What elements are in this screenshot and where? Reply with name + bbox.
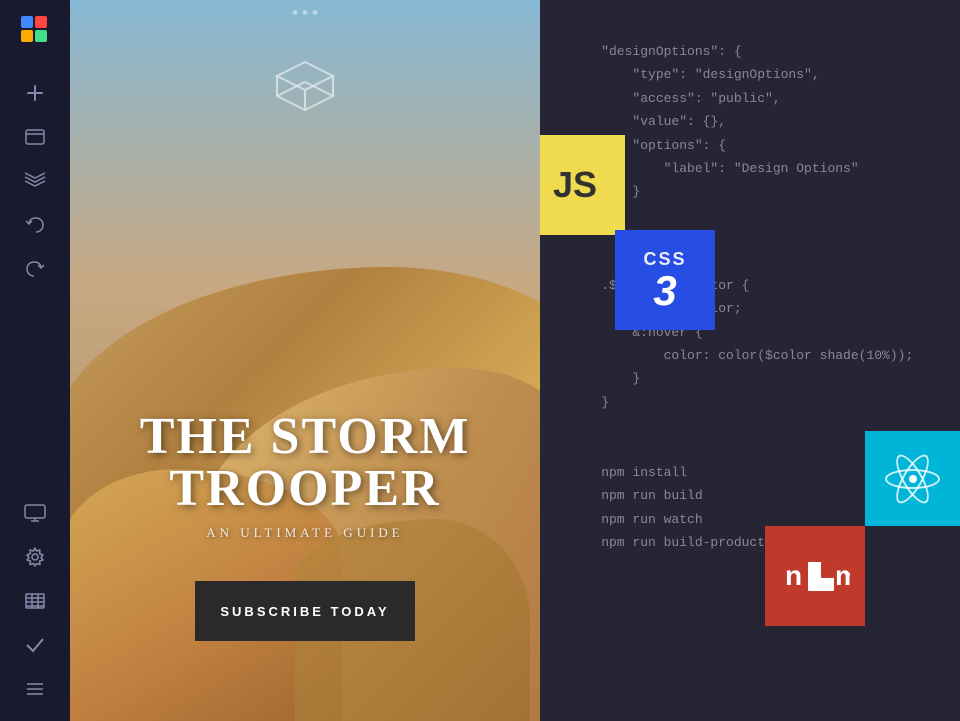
preview-panel: THE STORM TROOPER AN ULTIMATE GUIDE SUBS…	[70, 0, 540, 721]
layers-icon[interactable]	[15, 161, 55, 201]
redo-icon[interactable]	[15, 249, 55, 289]
stack-icon	[275, 60, 335, 115]
code-editor-panel: "designOptions": { "type": "designOption…	[540, 0, 960, 721]
browser-icon[interactable]	[15, 117, 55, 157]
subheadline-text: AN ULTIMATE GUIDE	[90, 525, 520, 541]
svg-text:n: n	[785, 560, 802, 591]
preview-headline-area: THE STORM TROOPER AN ULTIMATE GUIDE	[70, 411, 540, 541]
react-badge	[865, 431, 960, 526]
preview-background: THE STORM TROOPER AN ULTIMATE GUIDE SUBS…	[70, 0, 540, 721]
dot-3	[313, 10, 318, 15]
react-atom-icon	[883, 449, 943, 509]
sidebar	[0, 0, 70, 721]
svg-text:m: m	[835, 560, 850, 591]
hamburger-menu-icon[interactable]	[15, 669, 55, 709]
css3-badge: CSS 3	[615, 230, 715, 330]
headline-text: THE STORM TROOPER	[90, 411, 520, 515]
dot-2	[303, 10, 308, 15]
settings-icon[interactable]	[15, 537, 55, 577]
npm-badge: n m	[765, 526, 865, 626]
check-icon[interactable]	[15, 625, 55, 665]
app-logo	[17, 12, 53, 53]
monitor-icon[interactable]	[15, 493, 55, 533]
subscribe-label: SUBSCRIBE TODAY	[220, 604, 389, 619]
subscribe-button[interactable]: SUBSCRIBE TODAY	[195, 581, 415, 641]
table-icon[interactable]	[15, 581, 55, 621]
add-icon[interactable]	[15, 73, 55, 113]
undo-icon[interactable]	[15, 205, 55, 245]
window-dots	[293, 10, 318, 15]
dot-1	[293, 10, 298, 15]
js-badge: JS	[540, 135, 625, 235]
